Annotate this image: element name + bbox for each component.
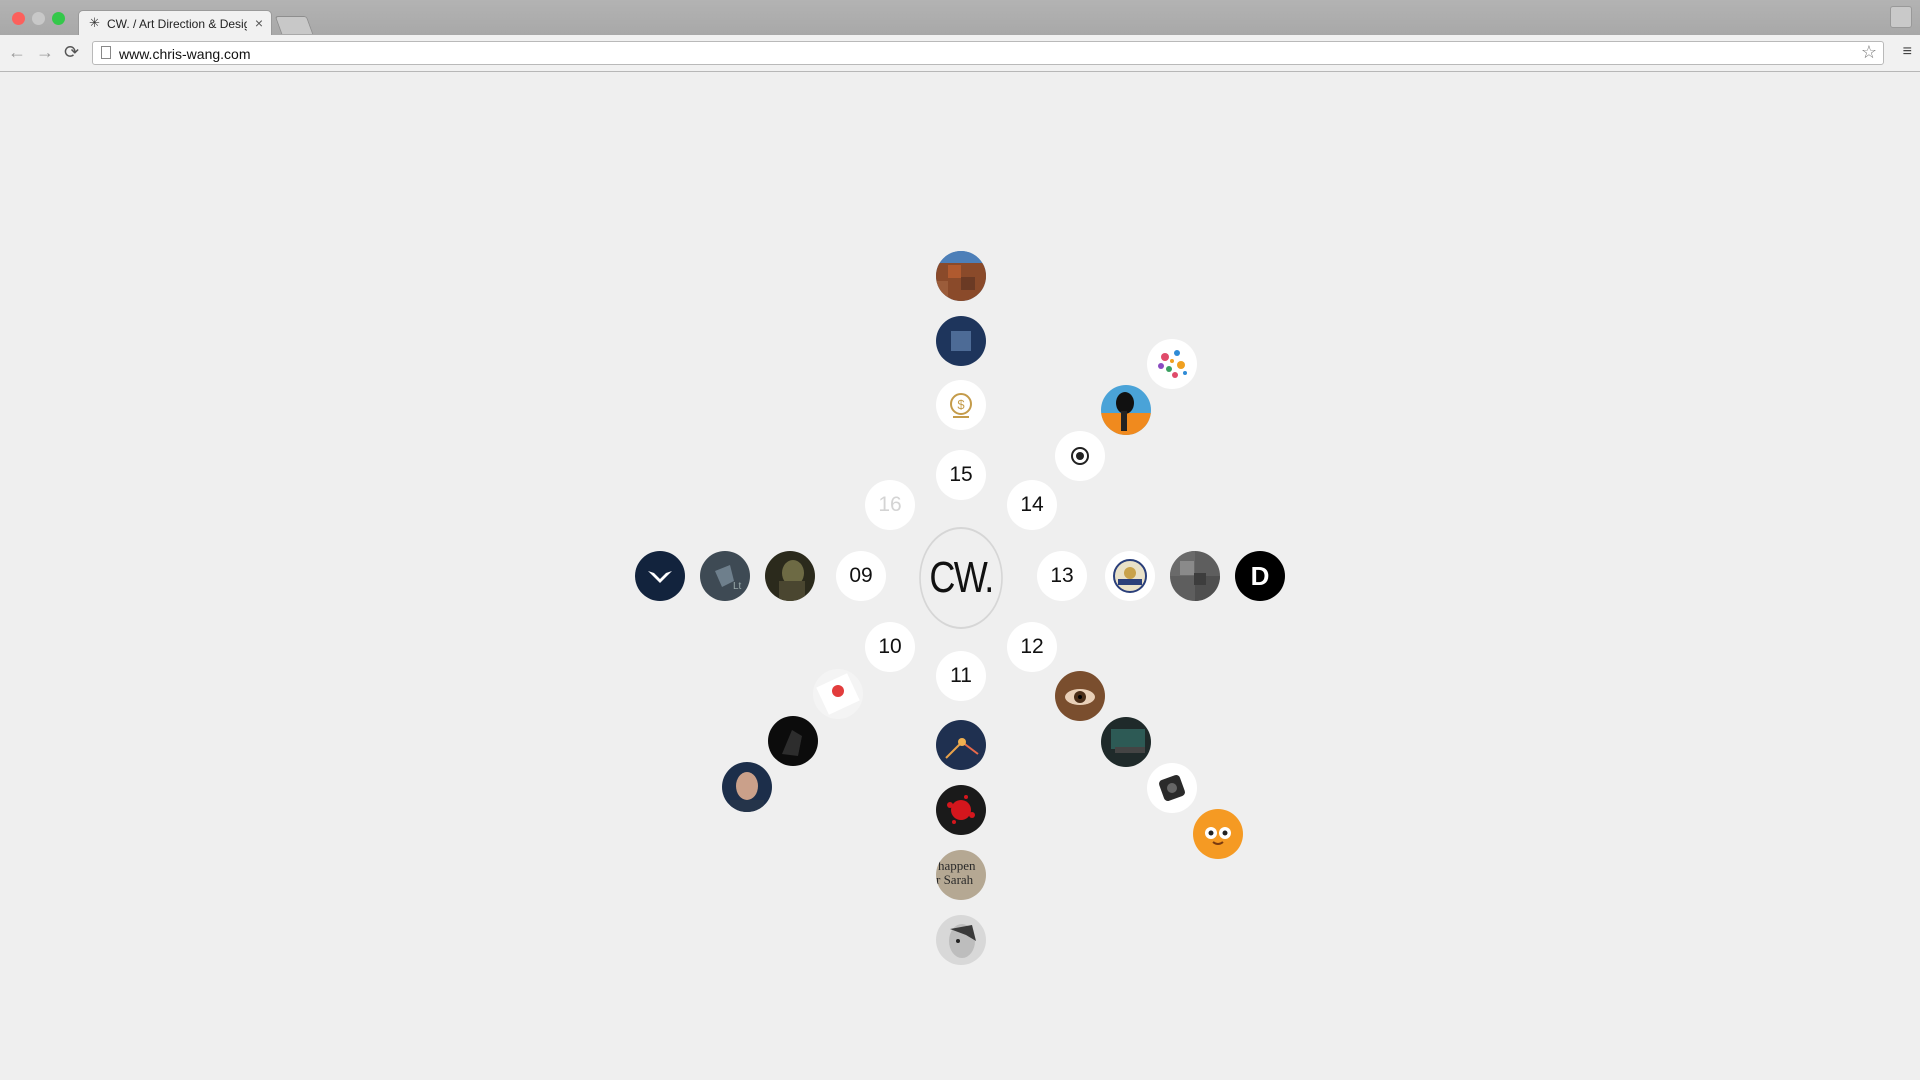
project-thumb-red-splatter[interactable]: [936, 785, 986, 835]
project-thumb-grey-mosaic[interactable]: [1170, 551, 1220, 601]
project-number-10[interactable]: 10: [865, 622, 915, 672]
project-thumb-blue-square[interactable]: [936, 316, 986, 366]
project-number-09[interactable]: 09: [836, 551, 886, 601]
project-thumb-wings-logo[interactable]: [635, 551, 685, 601]
project-thumb-eye[interactable]: [1055, 671, 1105, 721]
project-thumb-runner[interactable]: [1101, 385, 1151, 435]
project-thumb-red-dot-paper[interactable]: [813, 669, 863, 719]
svg-text:r Sarah: r Sarah: [936, 872, 974, 887]
address-bar[interactable]: www.chris-wang.com ☆: [92, 41, 1884, 65]
project-thumb-vizio-tv[interactable]: [1101, 717, 1151, 767]
project-thumb-typography[interactable]: happen r Sarah: [936, 850, 986, 900]
project-thumb-d-logo[interactable]: D: [1235, 551, 1285, 601]
project-thumb-black-horse[interactable]: [768, 716, 818, 766]
new-tab-button[interactable]: [274, 16, 314, 34]
project-number-14[interactable]: 14: [1007, 480, 1057, 530]
forward-icon[interactable]: →: [36, 42, 54, 62]
bookmark-star-icon[interactable]: ☆: [1861, 42, 1877, 63]
project-thumb-portrait-man[interactable]: [722, 762, 772, 812]
back-icon[interactable]: ←: [8, 42, 26, 62]
tab-close-icon[interactable]: ×: [255, 15, 263, 31]
minimize-window-button[interactable]: [32, 12, 45, 25]
project-thumb-sketch[interactable]: Lt: [700, 551, 750, 601]
project-thumb-coin-logo[interactable]: $: [936, 380, 986, 430]
project-thumb-target-icon[interactable]: [1055, 431, 1105, 481]
page-icon: [101, 46, 111, 59]
maximize-window-button[interactable]: [52, 12, 65, 25]
browser-titlebar: ✳ CW. / Art Direction & Design ×: [0, 0, 1920, 36]
project-thumb-dark-figure[interactable]: [765, 551, 815, 601]
tab-title: CW. / Art Direction & Design: [107, 17, 247, 31]
project-number-16[interactable]: 16: [865, 480, 915, 530]
project-thumb-badge-emblem[interactable]: [1105, 551, 1155, 601]
close-window-button[interactable]: [12, 12, 25, 25]
project-number-12[interactable]: 12: [1007, 622, 1057, 672]
project-thumb-speaker[interactable]: [1147, 763, 1197, 813]
project-thumb-cartoon-cat[interactable]: [1193, 809, 1243, 859]
svg-text:Lt: Lt: [733, 581, 742, 592]
project-number-11[interactable]: 11: [936, 651, 986, 701]
sparkle-icon: ✳: [89, 15, 100, 30]
project-thumb-floral-pattern[interactable]: [1147, 339, 1197, 389]
svg-text:happen: happen: [938, 858, 976, 873]
reload-icon[interactable]: ⟳: [64, 42, 79, 62]
browser-menu-icon[interactable]: ≡: [1903, 43, 1912, 61]
cw-logo[interactable]: CW.: [919, 527, 1003, 629]
project-number-15[interactable]: 15: [936, 450, 986, 500]
browser-toolbar: ← → ⟳ www.chris-wang.com ☆ ≡: [0, 35, 1920, 72]
project-thumb-landscape[interactable]: [936, 251, 986, 301]
browser-tab-active[interactable]: ✳ CW. / Art Direction & Design ×: [78, 10, 272, 36]
svg-text:$: $: [957, 397, 965, 412]
url-text[interactable]: www.chris-wang.com: [119, 46, 250, 62]
profile-icon[interactable]: [1890, 6, 1912, 28]
project-number-13[interactable]: 13: [1037, 551, 1087, 601]
project-thumb-network-lines[interactable]: [936, 720, 986, 770]
project-thumb-face-bw[interactable]: [936, 915, 986, 965]
